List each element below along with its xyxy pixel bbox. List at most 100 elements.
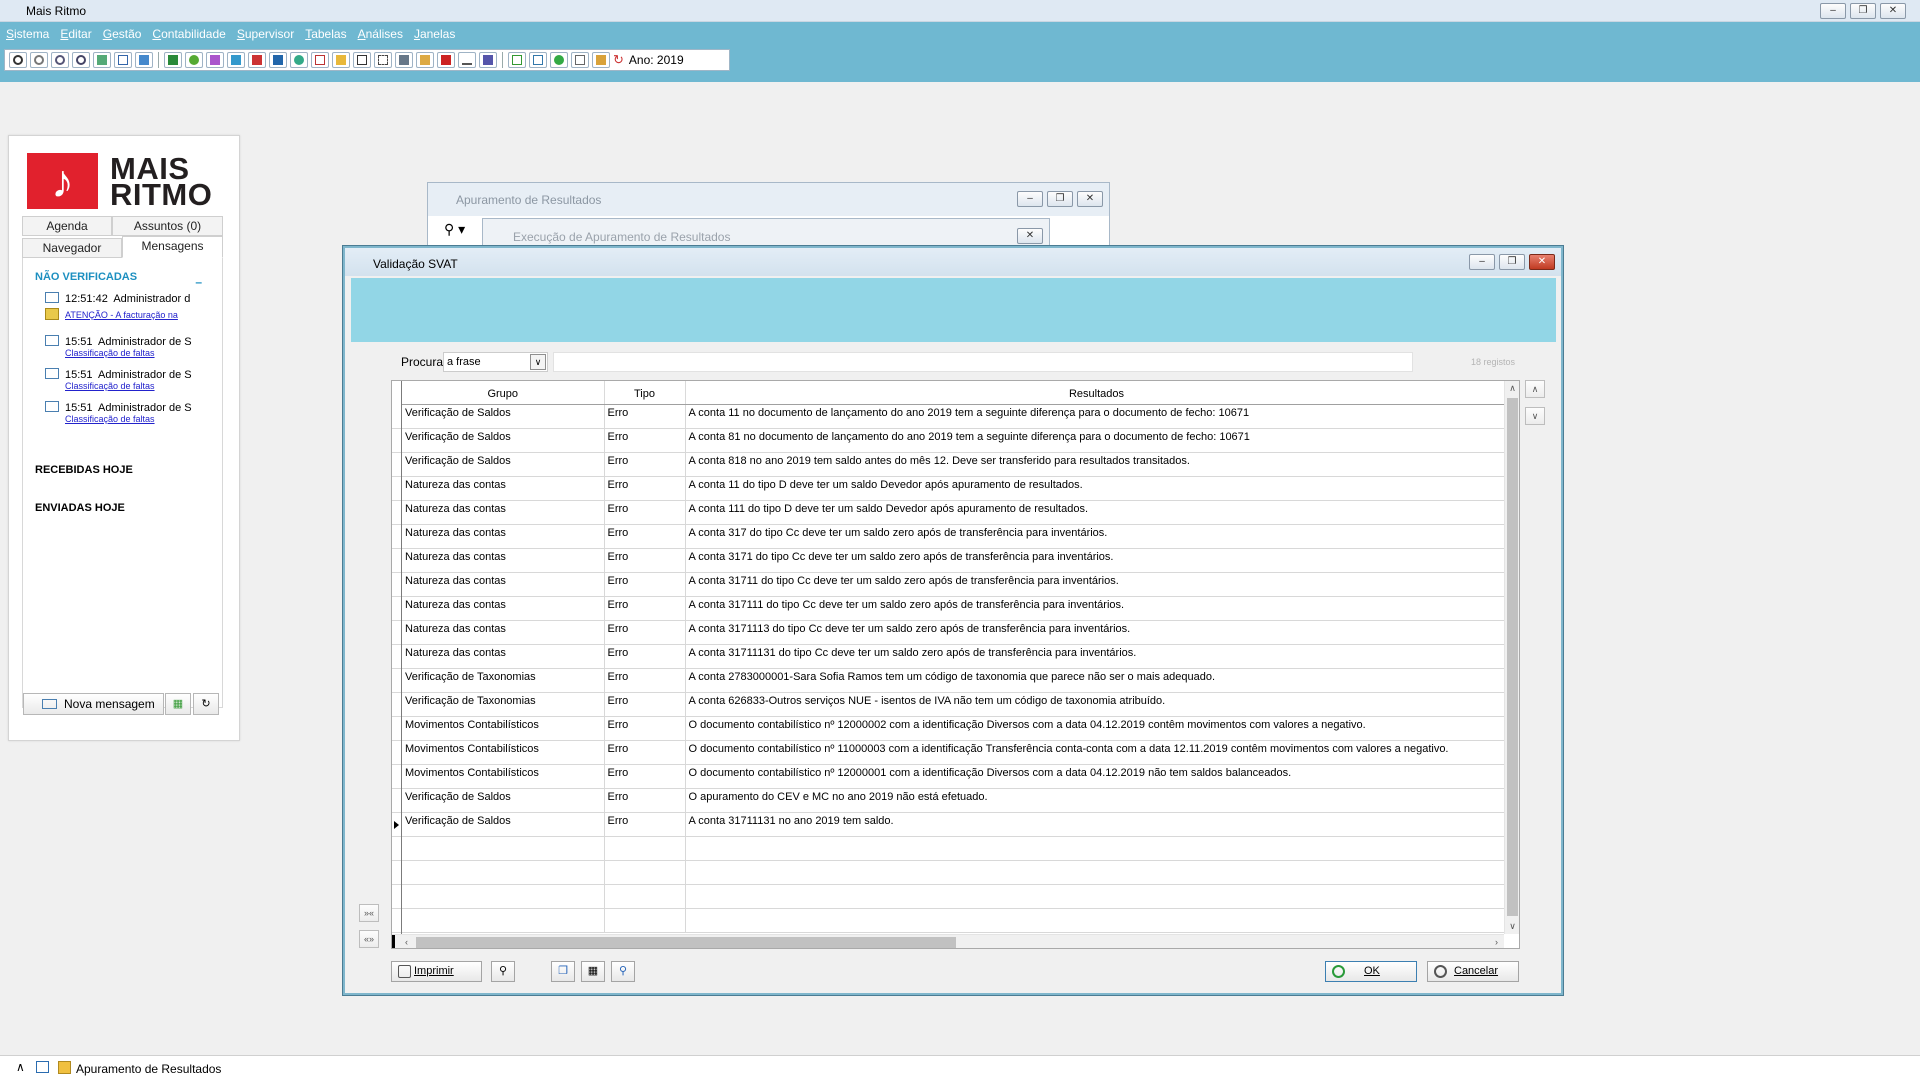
cell-resultado[interactable]: A conta 31711131 do tipo Cc deve ter um … bbox=[685, 644, 1509, 669]
toolbar-page-icon[interactable] bbox=[508, 52, 526, 68]
chevron-up-icon[interactable]: ∧ bbox=[16, 1060, 25, 1074]
row-header-cell[interactable] bbox=[392, 573, 401, 597]
search-icon[interactable]: ⚲ ▾ bbox=[444, 221, 465, 238]
cell-resultado[interactable]: O apuramento do CEV e MC no ano 2019 não… bbox=[685, 788, 1509, 813]
cell-grupo[interactable]: Natureza das contas bbox=[402, 572, 605, 597]
cell-resultado[interactable] bbox=[685, 884, 1509, 909]
calculator-button[interactable]: ▦ bbox=[581, 961, 605, 982]
table-row[interactable] bbox=[402, 884, 1509, 909]
cell-tipo[interactable]: Erro bbox=[604, 620, 686, 645]
minimize-button[interactable]: – bbox=[1820, 3, 1846, 19]
new-message-button[interactable]: Nova mensagem bbox=[23, 693, 164, 715]
cell-resultado[interactable] bbox=[685, 908, 1509, 933]
cell-grupo[interactable]: Verificação de Saldos bbox=[402, 428, 605, 453]
toolbar-users-icon[interactable] bbox=[185, 52, 203, 68]
scroll-left-icon[interactable]: ‹ bbox=[399, 935, 414, 948]
table-row[interactable]: Movimentos Contabilísticos Erro O document… bbox=[402, 764, 1509, 789]
refresh-messages-button[interactable]: ↻ bbox=[193, 693, 219, 715]
cell-grupo[interactable]: Verificação de Saldos bbox=[402, 452, 605, 477]
restore-button[interactable]: ❐ bbox=[1850, 3, 1876, 19]
row-header-cell[interactable] bbox=[392, 501, 401, 525]
table-row[interactable]: Natureza das contas Erro A conta 31711131 … bbox=[402, 644, 1509, 669]
table-row[interactable]: Natureza das contas Erro A conta 317111 do… bbox=[402, 596, 1509, 621]
year-refresh-icon[interactable]: ↻ bbox=[613, 52, 624, 68]
cell-resultado[interactable]: O documento contabilístico nº 12000001 c… bbox=[685, 764, 1509, 789]
menu-contabilidade[interactable]: Contabilidade bbox=[152, 27, 225, 41]
message-item[interactable]: 15:51 Administrador de S Classificação d… bbox=[45, 368, 220, 391]
menu-analises[interactable]: Análises bbox=[358, 27, 403, 41]
menu-tabelas[interactable]: Tabelas bbox=[305, 27, 346, 41]
cell-resultado[interactable]: A conta 626833-Outros serviços NUE - ise… bbox=[685, 692, 1509, 717]
minimize-button[interactable]: – bbox=[1017, 191, 1043, 207]
toolbar-copy-icon[interactable] bbox=[374, 52, 392, 68]
cell-resultado[interactable]: A conta 3171113 do tipo Cc deve ter um s… bbox=[685, 620, 1509, 645]
message-item[interactable]: 15:51 Administrador de S Classificação d… bbox=[45, 401, 220, 424]
message-link[interactable]: Classificação de faltas bbox=[65, 381, 220, 391]
export-button[interactable]: ❐ bbox=[551, 961, 575, 982]
toolbar-download-icon[interactable] bbox=[458, 52, 476, 68]
toolbar-table-icon[interactable] bbox=[395, 52, 413, 68]
tab-agenda[interactable]: Agenda bbox=[22, 216, 112, 236]
scroll-down-icon[interactable]: ∨ bbox=[1505, 919, 1519, 934]
horizontal-scrollbar[interactable]: ‹ › bbox=[392, 934, 1504, 948]
table-row[interactable]: Verificação de Saldos Erro A conta 11 no d… bbox=[402, 404, 1509, 429]
cell-tipo[interactable]: Erro bbox=[604, 476, 686, 501]
cell-resultado[interactable]: O documento contabilístico nº 12000002 c… bbox=[685, 716, 1509, 741]
message-item[interactable]: 12:51:42 Administrador d ATENÇÃO - A fac… bbox=[45, 292, 220, 321]
cell-resultado[interactable]: A conta 317111 do tipo Cc deve ter um sa… bbox=[685, 596, 1509, 621]
toolbar-lock-icon[interactable] bbox=[592, 52, 610, 68]
cell-grupo[interactable] bbox=[402, 908, 605, 933]
row-header-cell[interactable] bbox=[392, 789, 401, 813]
toolbar-folder-icon[interactable] bbox=[332, 52, 350, 68]
cell-tipo[interactable]: Erro bbox=[604, 428, 686, 453]
row-header-cell[interactable] bbox=[392, 429, 401, 453]
collapse-icon[interactable]: – bbox=[195, 275, 202, 289]
cell-resultado[interactable] bbox=[685, 836, 1509, 861]
results-grid[interactable]: Grupo Tipo Resultados Verificação de Sal… bbox=[391, 380, 1520, 949]
section-sent-today[interactable]: ENVIADAS HOJE bbox=[35, 502, 125, 514]
scroll-right-icon[interactable]: › bbox=[1489, 935, 1504, 948]
toolbar-calc-icon[interactable] bbox=[353, 52, 371, 68]
toolbar-dial-icon[interactable] bbox=[9, 52, 27, 68]
cell-tipo[interactable]: Erro bbox=[604, 788, 686, 813]
message-link[interactable]: Classificação de faltas bbox=[65, 348, 220, 358]
cell-tipo[interactable]: Erro bbox=[604, 452, 686, 477]
table-row[interactable]: Natureza das contas Erro A conta 111 do ti… bbox=[402, 500, 1509, 525]
move-down-button[interactable]: ∨ bbox=[1525, 407, 1545, 425]
cell-resultado[interactable]: A conta 818 no ano 2019 tem saldo antes … bbox=[685, 452, 1509, 477]
toolbar-sheet-icon[interactable] bbox=[227, 52, 245, 68]
cell-tipo[interactable]: Erro bbox=[604, 716, 686, 741]
cell-grupo[interactable]: Natureza das contas bbox=[402, 548, 605, 573]
row-header-cell[interactable] bbox=[392, 717, 401, 741]
edit-icon[interactable] bbox=[36, 1061, 49, 1073]
cell-tipo[interactable]: Erro bbox=[604, 740, 686, 765]
cell-tipo[interactable]: Erro bbox=[604, 572, 686, 597]
col-header-tipo[interactable]: Tipo bbox=[604, 381, 686, 405]
table-row[interactable]: Natureza das contas Erro A conta 11 do tip… bbox=[402, 476, 1509, 501]
cell-tipo[interactable] bbox=[604, 836, 686, 861]
table-row[interactable]: Natureza das contas Erro A conta 3171113 d… bbox=[402, 620, 1509, 645]
row-header-cell[interactable] bbox=[392, 405, 401, 429]
cell-grupo[interactable]: Verificação de Saldos bbox=[402, 404, 605, 429]
menu-sistema[interactable]: Sistema bbox=[6, 27, 49, 41]
toolbar-sync-icon[interactable] bbox=[51, 52, 69, 68]
row-header-cell[interactable] bbox=[392, 621, 401, 645]
cell-resultado[interactable]: A conta 31711131 no ano 2019 tem saldo. bbox=[685, 812, 1509, 837]
chevron-down-icon[interactable]: ∨ bbox=[530, 354, 546, 370]
cell-grupo[interactable] bbox=[402, 836, 605, 861]
toolbar-doc-icon[interactable] bbox=[311, 52, 329, 68]
toolbar-pdf-icon[interactable] bbox=[437, 52, 455, 68]
status-task[interactable]: Apuramento de Resultados bbox=[76, 1062, 221, 1076]
search-input[interactable] bbox=[553, 352, 1413, 372]
cell-resultado[interactable]: A conta 31711 do tipo Cc deve ter um sal… bbox=[685, 572, 1509, 597]
row-header-cell[interactable] bbox=[392, 693, 401, 717]
toolbar-reload-icon[interactable] bbox=[72, 52, 90, 68]
cell-grupo[interactable]: Verificação de Taxonomias bbox=[402, 668, 605, 693]
cell-grupo[interactable]: Verificação de Saldos bbox=[402, 788, 605, 813]
toolbar-folder-red-icon[interactable] bbox=[248, 52, 266, 68]
cell-grupo[interactable]: Natureza das contas bbox=[402, 620, 605, 645]
cell-tipo[interactable]: Erro bbox=[604, 692, 686, 717]
cell-tipo[interactable]: Erro bbox=[604, 548, 686, 573]
row-header-cell[interactable] bbox=[392, 453, 401, 477]
row-header-cell[interactable] bbox=[392, 885, 401, 909]
